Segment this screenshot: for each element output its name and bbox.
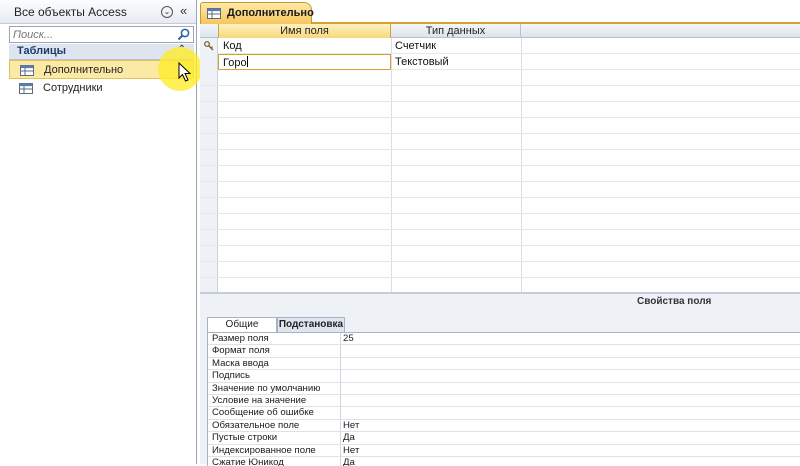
property-label: Сжатие Юникод (212, 457, 284, 466)
field-name-input[interactable]: Горо (218, 54, 391, 70)
nav-title[interactable]: Все объекты Access (14, 5, 127, 19)
property-row[interactable]: Значение по умолчанию (208, 383, 800, 395)
property-value[interactable]: Да (343, 457, 355, 466)
table-row[interactable] (200, 262, 800, 278)
table-icon (207, 8, 221, 19)
row-selector[interactable] (200, 38, 218, 54)
field-properties-title: Свойства поля (637, 296, 712, 307)
column-header-description[interactable] (521, 24, 800, 38)
tab-general[interactable]: Общие (207, 317, 277, 333)
property-label: Размер поля (212, 333, 269, 344)
grid-header: Имя поля Тип данных (200, 24, 800, 38)
tab-dopolnitelno[interactable]: Дополнительно (200, 2, 314, 24)
table-row[interactable] (200, 182, 800, 198)
data-type-cell[interactable]: Счетчик (395, 40, 436, 52)
field-name-cell[interactable]: Код (223, 40, 242, 52)
text-caret (246, 56, 248, 67)
property-label: Обязательное поле (212, 419, 300, 431)
property-row[interactable]: Формат поля (208, 345, 800, 358)
property-label: Значение по умолчанию (212, 382, 321, 394)
table-row[interactable] (200, 198, 800, 214)
nav-header: Все объекты Access ⌄ « (0, 0, 196, 24)
table-row[interactable] (200, 246, 800, 262)
property-label: Формат поля (212, 345, 270, 357)
property-row[interactable]: Индексированное поле Нет (208, 445, 800, 457)
property-row[interactable]: Пустые строки Да (208, 432, 800, 445)
search-input[interactable] (10, 27, 175, 42)
table-row[interactable] (200, 150, 800, 166)
group-title: Таблицы (17, 45, 66, 57)
table-row[interactable] (200, 166, 800, 182)
property-row[interactable]: Обязательное поле Нет (208, 419, 800, 433)
chevron-down-icon[interactable]: ⌄ (161, 6, 173, 18)
table-row[interactable] (200, 86, 800, 102)
field-properties-pane: Свойства поля Общие Подстановка Размер п… (200, 292, 800, 466)
nav-item-label: Дополнительно (44, 64, 124, 76)
table-row[interactable] (200, 102, 800, 118)
table-row[interactable] (200, 70, 800, 86)
table-row[interactable] (200, 214, 800, 230)
primary-key-icon (204, 41, 214, 51)
property-label: Сообщение об ошибке (212, 407, 314, 419)
table-icon (20, 65, 34, 76)
property-row[interactable]: Сжатие Юникод Да (208, 457, 800, 466)
column-header-field-name[interactable]: Имя поля (218, 24, 391, 38)
property-value[interactable]: Нет (343, 420, 359, 432)
property-label: Маска ввода (212, 357, 269, 369)
row-selector[interactable] (200, 54, 218, 70)
property-row[interactable]: Условие на значение (208, 395, 800, 408)
property-label: Условие на значение (212, 395, 307, 406)
table-row[interactable]: Код Счетчик (200, 38, 800, 54)
table-design-grid: Имя поля Тип данных Код Счетчик Текстовы… (200, 24, 800, 294)
property-row[interactable]: Сообщение об ошибке (208, 407, 800, 420)
nav-item-label: Сотрудники (43, 82, 103, 94)
search-icon[interactable] (177, 28, 191, 41)
property-value[interactable]: Да (343, 432, 355, 444)
mouse-pointer-icon (178, 62, 192, 82)
property-row[interactable]: Размер поля 25 (208, 333, 800, 346)
column-header-data-type[interactable]: Тип данных (391, 24, 521, 38)
property-label: Индексированное поле (212, 444, 316, 456)
property-row[interactable]: Подпись (208, 370, 800, 383)
field-name-value: Горо (223, 57, 247, 69)
table-icon (19, 83, 33, 94)
properties-table: Размер поля 25 Формат поля Маска ввода П… (207, 332, 800, 466)
property-value[interactable]: 25 (343, 333, 354, 345)
table-row[interactable] (200, 118, 800, 134)
tab-lookup[interactable]: Подстановка (277, 317, 345, 333)
property-label: Пустые строки (212, 432, 278, 444)
collapse-pane-icon[interactable]: « (180, 3, 187, 18)
table-row[interactable] (200, 134, 800, 150)
property-value[interactable]: Нет (343, 445, 359, 457)
table-row[interactable] (200, 230, 800, 246)
tab-label: Дополнительно (227, 7, 314, 19)
property-label: Подпись (212, 370, 250, 382)
search-box (9, 26, 194, 43)
property-row[interactable]: Маска ввода (208, 357, 800, 371)
data-type-cell[interactable]: Текстовый (395, 56, 449, 68)
